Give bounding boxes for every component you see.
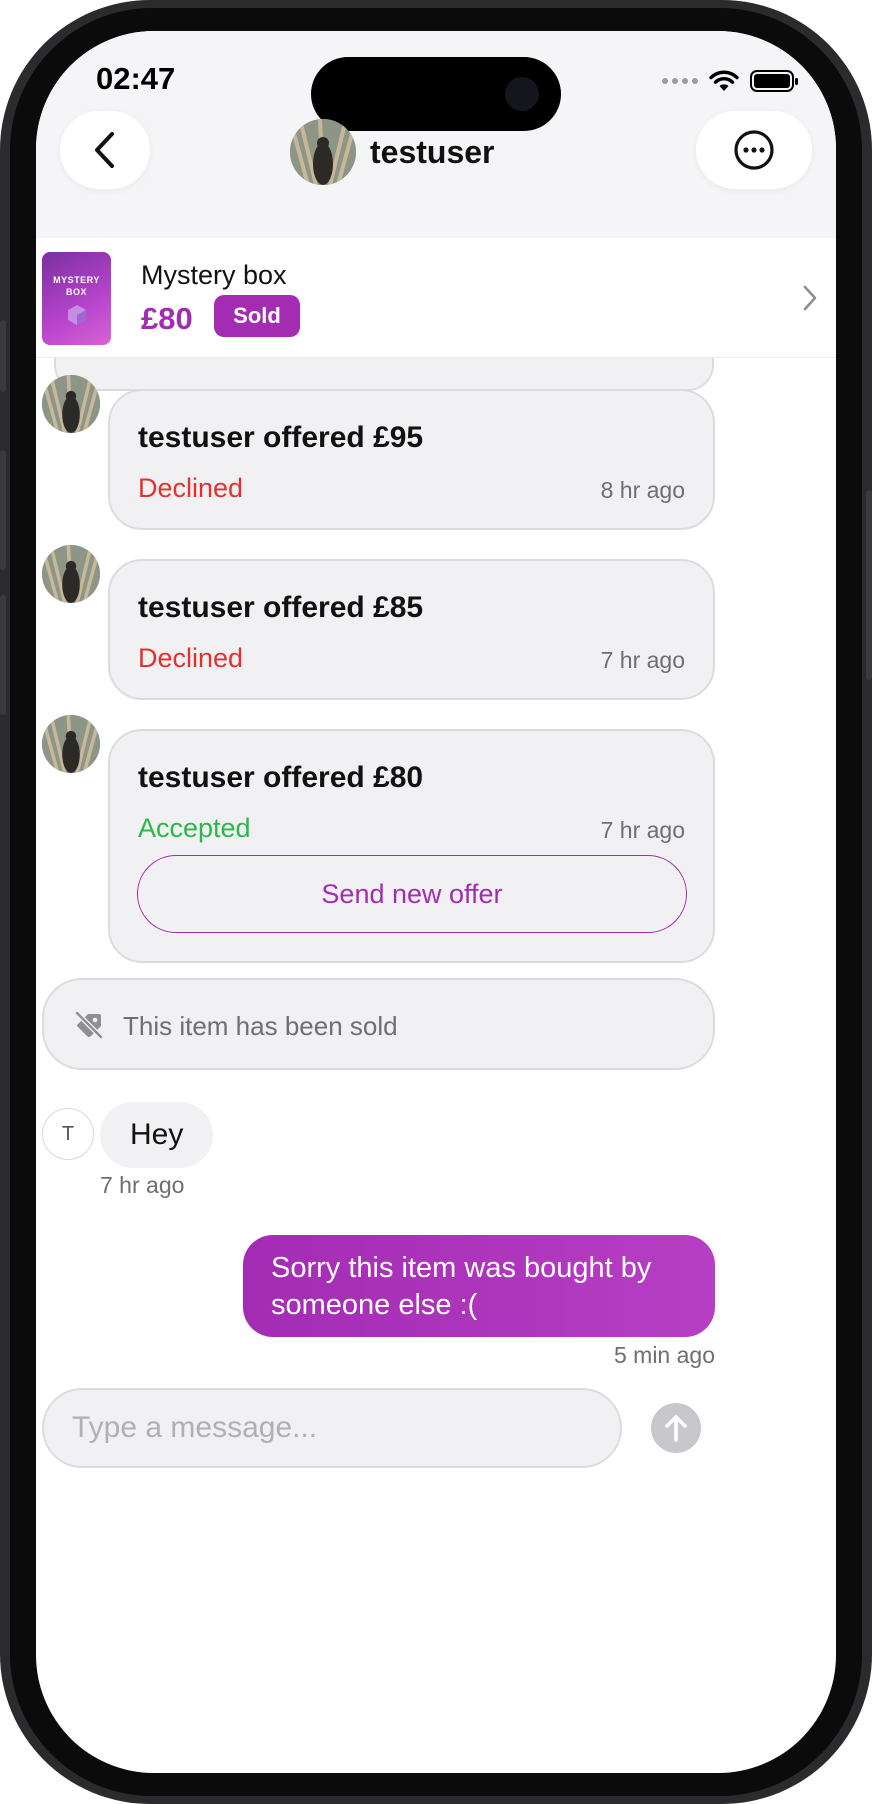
status-time: 02:47 — [96, 61, 176, 96]
offer-text: testuser offered £95 — [138, 421, 424, 454]
sender-avatar: T — [42, 1108, 94, 1160]
offer-text: testuser offered £80 — [138, 761, 424, 794]
product-banner[interactable]: MYSTERY BOX Mystery box £80 Sold — [36, 238, 836, 358]
offer-status: Declined — [138, 643, 244, 673]
offer-card: testuser offered £85 Declined 7 hr ago — [108, 559, 715, 700]
battery-icon — [750, 70, 798, 92]
status-icons — [662, 69, 798, 93]
offer-card: testuser offered £80 Accepted 7 hr ago S… — [108, 729, 715, 963]
offer-status: Accepted — [138, 813, 251, 843]
send-button[interactable] — [651, 1403, 701, 1453]
offer-avatar — [42, 545, 100, 603]
send-new-offer-button[interactable]: Send new offer — [137, 855, 687, 933]
outgoing-message: Sorry this item was bought by someone el… — [243, 1235, 715, 1337]
offer-text: testuser offered £85 — [138, 591, 424, 624]
wifi-icon — [709, 70, 739, 91]
more-options-icon — [734, 130, 774, 170]
chat-username: testuser — [370, 133, 495, 170]
cellular-icon — [662, 78, 698, 84]
offer-card: testuser offered £95 Declined 8 hr ago — [108, 389, 715, 530]
offer-status: Declined — [138, 473, 244, 503]
product-thumbnail: MYSTERY BOX — [42, 252, 111, 345]
camera — [505, 77, 539, 111]
offer-time: 7 hr ago — [600, 647, 685, 673]
phone-action-button — [0, 320, 6, 392]
offer-time: 7 hr ago — [600, 817, 685, 843]
back-chevron-icon — [95, 132, 114, 168]
phone-volume-up-button — [0, 450, 6, 570]
offer-avatar — [42, 715, 100, 773]
sold-notice-text: This item has been sold — [123, 1011, 398, 1041]
cube-icon — [68, 305, 86, 325]
offer-avatar — [42, 375, 100, 433]
chevron-right-icon — [803, 285, 817, 311]
phone-volume-down-button — [0, 595, 6, 715]
message-input[interactable] — [72, 1411, 592, 1445]
offer-time: 8 hr ago — [600, 477, 685, 503]
sold-badge: Sold — [214, 295, 300, 337]
message-composer — [42, 1388, 622, 1468]
top-bar: 02:47 testuser — [36, 31, 836, 238]
send-arrow-icon — [665, 1415, 687, 1442]
user-avatar — [290, 119, 356, 185]
incoming-message: Hey — [100, 1102, 214, 1168]
sold-notice: This item has been sold — [42, 978, 715, 1070]
chat-user[interactable]: testuser — [290, 119, 495, 185]
thumbnail-label: MYSTERY BOX — [53, 275, 100, 297]
more-options-button[interactable] — [696, 111, 812, 189]
screen: 02:47 testuser MYSTERY BOX Mystery box £… — [36, 31, 836, 1773]
product-title: Mystery box — [141, 260, 287, 290]
outgoing-message-time: 5 min ago — [613, 1342, 715, 1368]
product-price: £80 — [141, 301, 193, 336]
incoming-message-time: 7 hr ago — [100, 1172, 185, 1198]
sold-tag-icon — [75, 1011, 103, 1039]
phone-power-button — [866, 490, 872, 680]
back-button[interactable] — [60, 111, 150, 189]
